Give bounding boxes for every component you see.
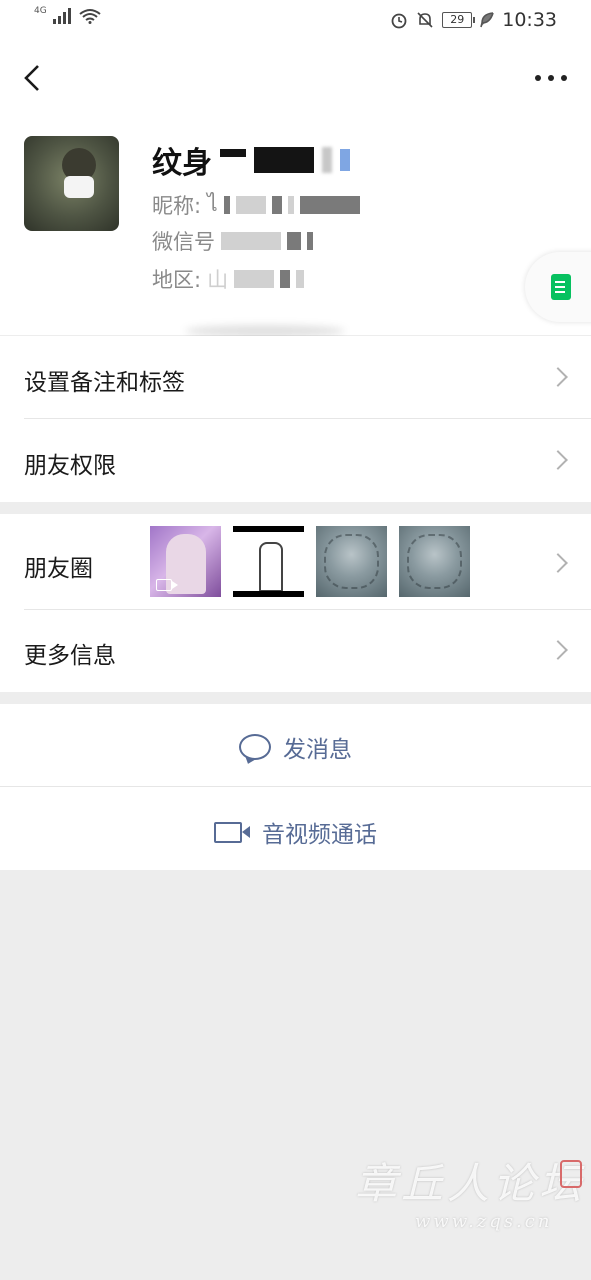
moments-thumbnail bbox=[316, 526, 387, 597]
chevron-right-icon bbox=[548, 640, 568, 660]
av-call-button[interactable]: 音视频通话 bbox=[0, 787, 591, 870]
wechat-id-line: 微信号 bbox=[152, 226, 313, 256]
region-partial: 山 bbox=[207, 268, 229, 292]
moments-thumbnail bbox=[399, 526, 470, 597]
send-message-label: 发消息 bbox=[283, 737, 352, 763]
profile-name-text: 纹身 bbox=[152, 146, 212, 181]
moments-section: 朋友圈 更多信息 bbox=[0, 514, 591, 692]
chevron-right-icon bbox=[548, 553, 568, 573]
status-left: 4G bbox=[34, 6, 101, 24]
moments-thumbnail bbox=[150, 526, 221, 597]
more-info-row[interactable]: 更多信息 bbox=[0, 610, 591, 692]
leaf-icon bbox=[480, 12, 495, 28]
moments-thumbnail bbox=[233, 526, 304, 597]
network-type: 4G bbox=[34, 6, 47, 16]
more-options-icon[interactable] bbox=[535, 66, 567, 90]
watermark-en: www.zqs.cn bbox=[415, 1211, 553, 1232]
moments-row[interactable]: 朋友圈 bbox=[0, 514, 591, 609]
region-line: 地区: 山 bbox=[152, 264, 305, 294]
nav-bar bbox=[0, 40, 591, 120]
moments-label: 朋友圈 bbox=[24, 556, 93, 582]
remark-tags-row[interactable]: 设置备注和标签 bbox=[0, 336, 591, 418]
remark-tags-label: 设置备注和标签 bbox=[24, 370, 185, 396]
region-label: 地区: bbox=[152, 268, 202, 292]
battery-icon: 29 bbox=[442, 12, 476, 28]
watermark: 章丘人论坛 www.zqs.cn bbox=[355, 1150, 585, 1232]
chat-bubble-icon bbox=[239, 734, 271, 760]
document-icon bbox=[551, 274, 571, 300]
back-icon[interactable] bbox=[18, 60, 48, 96]
settings-section: 设置备注和标签 朋友权限 bbox=[0, 336, 591, 502]
profile-name: 纹身 bbox=[152, 138, 350, 182]
signal-icon bbox=[52, 8, 71, 24]
alarm-icon bbox=[391, 13, 407, 29]
nickname-label: 昵称: bbox=[152, 193, 202, 218]
actions-section: 发消息 音视频通话 bbox=[0, 704, 591, 870]
avatar[interactable] bbox=[24, 136, 119, 231]
chevron-right-icon bbox=[548, 367, 568, 387]
wifi-icon bbox=[79, 9, 101, 24]
wechat-id-label: 微信号 bbox=[152, 230, 215, 254]
nickname-partial: ไ bbox=[207, 192, 218, 216]
seal-stamp bbox=[560, 1160, 582, 1188]
friend-permissions-row[interactable]: 朋友权限 bbox=[0, 419, 591, 501]
moments-thumbnails bbox=[150, 526, 470, 597]
clock: 10:33 bbox=[502, 9, 557, 31]
more-info-label: 更多信息 bbox=[24, 643, 116, 669]
av-call-label: 音视频通话 bbox=[262, 822, 377, 848]
watermark-cn: 章丘人论坛 bbox=[355, 1159, 586, 1208]
nickname-line: 昵称: ไ bbox=[152, 188, 360, 221]
status-right: 29 10:33 bbox=[390, 9, 557, 31]
video-icon bbox=[156, 579, 178, 591]
chevron-right-icon bbox=[548, 450, 568, 470]
mute-bell-icon bbox=[417, 12, 433, 28]
video-call-icon bbox=[214, 821, 250, 843]
profile-header: 纹身 昵称: ไ 微信号 地区: 山 bbox=[0, 120, 591, 337]
status-bar: 4G 29 10:33 bbox=[0, 0, 591, 40]
friend-permissions-label: 朋友权限 bbox=[24, 453, 116, 479]
floating-doc-button[interactable] bbox=[525, 252, 591, 322]
send-message-button[interactable]: 发消息 bbox=[0, 704, 591, 786]
